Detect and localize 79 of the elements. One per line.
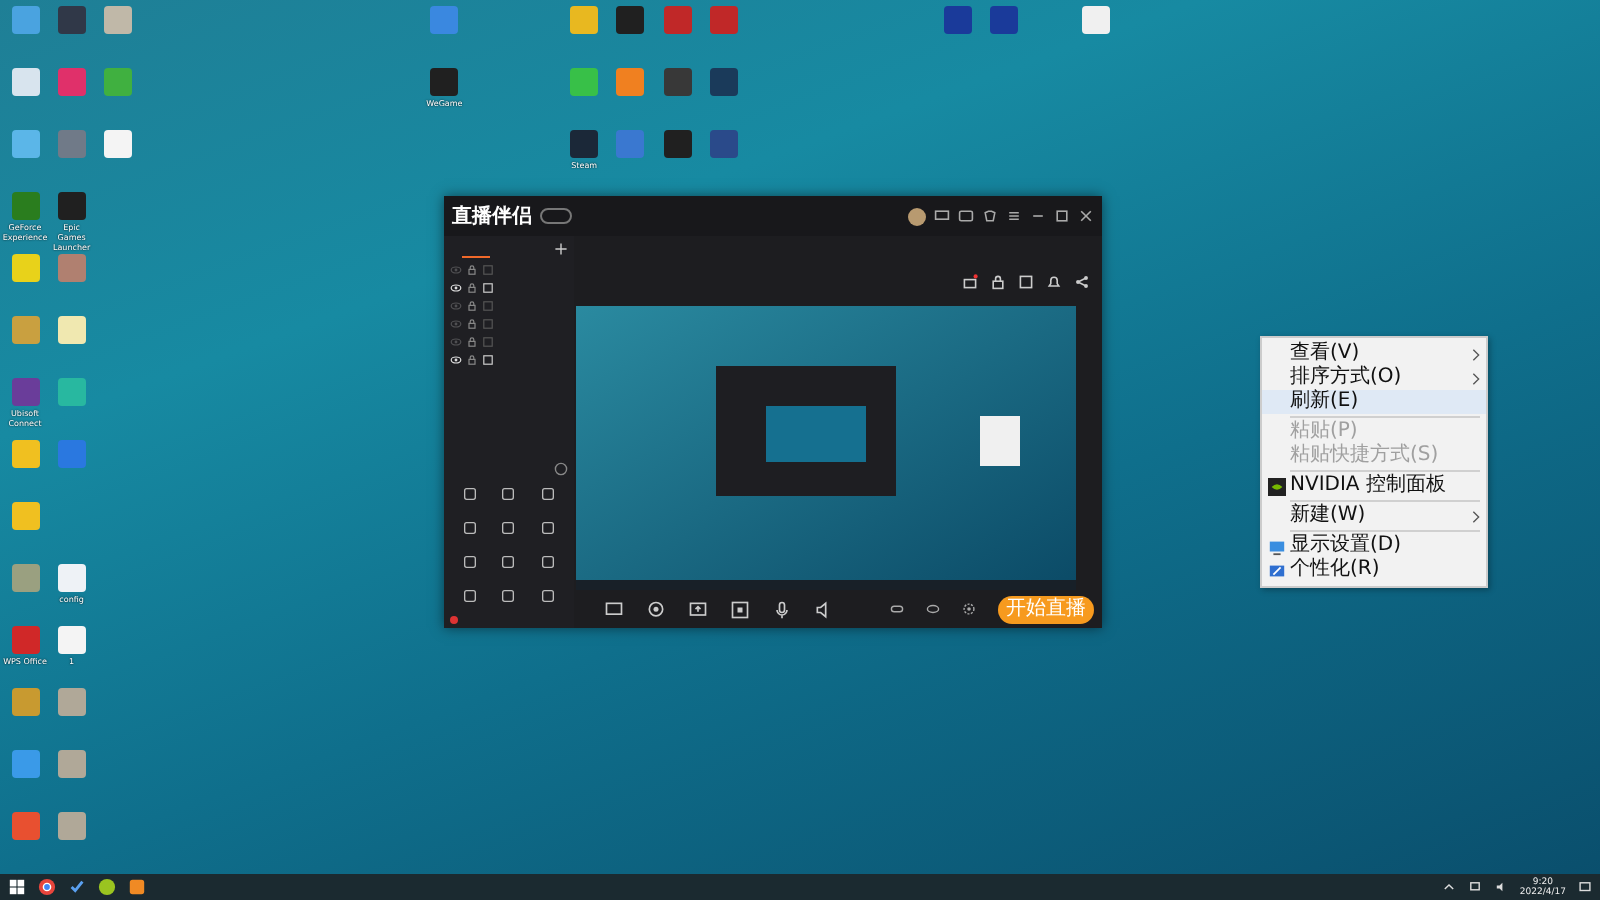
more-icon[interactable] (554, 461, 568, 475)
tool-icon[interactable] (540, 588, 557, 604)
brush-icon (1268, 561, 1286, 579)
desktop-app-icon[interactable] (570, 130, 599, 158)
desktop-app-icon[interactable] (943, 6, 971, 34)
lock-icon[interactable] (466, 281, 478, 293)
desktop-app-icon[interactable] (57, 6, 86, 34)
menu-icon[interactable] (1006, 208, 1022, 224)
eye-icon[interactable] (926, 602, 940, 616)
tool-icon[interactable] (461, 520, 478, 536)
desktop-app-icon[interactable] (57, 626, 86, 654)
microphone-icon[interactable] (772, 599, 792, 619)
alert-dot (450, 616, 458, 624)
gift-icon[interactable] (962, 274, 978, 290)
version-pill[interactable] (540, 208, 572, 224)
volume-icon[interactable] (1493, 880, 1508, 894)
save-icon[interactable] (1018, 274, 1034, 290)
desktop-app-icon[interactable] (663, 130, 692, 158)
nvidia-icon (1268, 477, 1286, 495)
app-logo: 直播伴侣 (452, 203, 532, 230)
tool-icon[interactable] (540, 486, 557, 502)
desktop-app-icon[interactable] (57, 564, 86, 592)
settings-icon[interactable] (962, 602, 976, 616)
browser-icon[interactable] (38, 878, 56, 896)
lock-icon[interactable] (466, 335, 478, 347)
lock-icon[interactable] (466, 317, 478, 329)
desktop-app-icon[interactable] (1082, 6, 1111, 34)
chat-icon[interactable] (958, 208, 974, 224)
taskbar-app-icon[interactable] (128, 878, 146, 896)
menu-item[interactable]: NVIDIA 控制面板 (1262, 474, 1486, 498)
display-icon (1268, 537, 1286, 555)
tool-icon[interactable] (500, 486, 517, 502)
menu-item[interactable]: 个性化(R) (1262, 558, 1486, 582)
desktop-app-icon[interactable] (616, 6, 645, 34)
monitor-icon[interactable] (604, 599, 624, 619)
tool-icon[interactable] (461, 588, 478, 604)
lock-icon[interactable] (466, 263, 478, 275)
active-tab-underline (462, 255, 490, 257)
desktop-app-icon[interactable] (11, 502, 39, 530)
desktop-app-icon[interactable] (57, 316, 86, 344)
tool-icon[interactable] (461, 554, 478, 570)
screen-share-icon[interactable] (688, 599, 708, 619)
maximize-icon[interactable] (1054, 208, 1070, 224)
share-icon[interactable] (1074, 274, 1090, 290)
round-app-icon[interactable] (98, 878, 116, 896)
tool-icon[interactable] (500, 588, 517, 604)
lock-icon[interactable] (466, 299, 478, 311)
desktop-app-icon[interactable] (11, 254, 39, 282)
menu-item[interactable]: 显示设置(D) (1262, 534, 1486, 558)
tool-icon[interactable] (500, 520, 517, 536)
bell-icon[interactable] (1046, 274, 1062, 290)
desktop-app-icon[interactable] (11, 68, 39, 96)
menu-item[interactable]: 查看(V) (1262, 342, 1486, 366)
menu-item[interactable]: 排序方式(O) (1262, 366, 1486, 390)
lock-icon[interactable] (466, 353, 478, 365)
tool-icon[interactable] (540, 554, 557, 570)
add-icon[interactable] (554, 241, 568, 255)
tool-icon[interactable] (540, 520, 557, 536)
camera-icon[interactable] (646, 599, 666, 619)
tool-icon[interactable] (461, 486, 478, 502)
record-icon[interactable] (730, 599, 750, 619)
notification-icon[interactable] (1578, 880, 1592, 894)
menu-item[interactable]: 刷新(E) (1262, 390, 1486, 414)
windows-start-icon[interactable] (8, 878, 26, 896)
menu-item[interactable]: 新建(W) (1262, 504, 1486, 528)
chevron-right-icon (1472, 509, 1480, 523)
desktop-app-icon[interactable] (989, 6, 1018, 34)
close-icon[interactable] (1078, 208, 1094, 224)
avatar-icon[interactable] (908, 207, 926, 225)
tool-icon[interactable] (500, 554, 517, 570)
lock-icon[interactable] (990, 274, 1006, 290)
monitor-icon[interactable] (934, 208, 950, 224)
checkmark-app-icon[interactable] (68, 878, 86, 896)
chevron-up-icon[interactable] (1441, 880, 1456, 894)
desktop-app-icon[interactable] (663, 68, 692, 96)
desktop-app-icon[interactable] (430, 68, 459, 96)
desktop-app-icon[interactable] (57, 192, 86, 220)
desktop-app-icon[interactable] (104, 130, 133, 158)
network-icon[interactable] (1467, 880, 1482, 894)
